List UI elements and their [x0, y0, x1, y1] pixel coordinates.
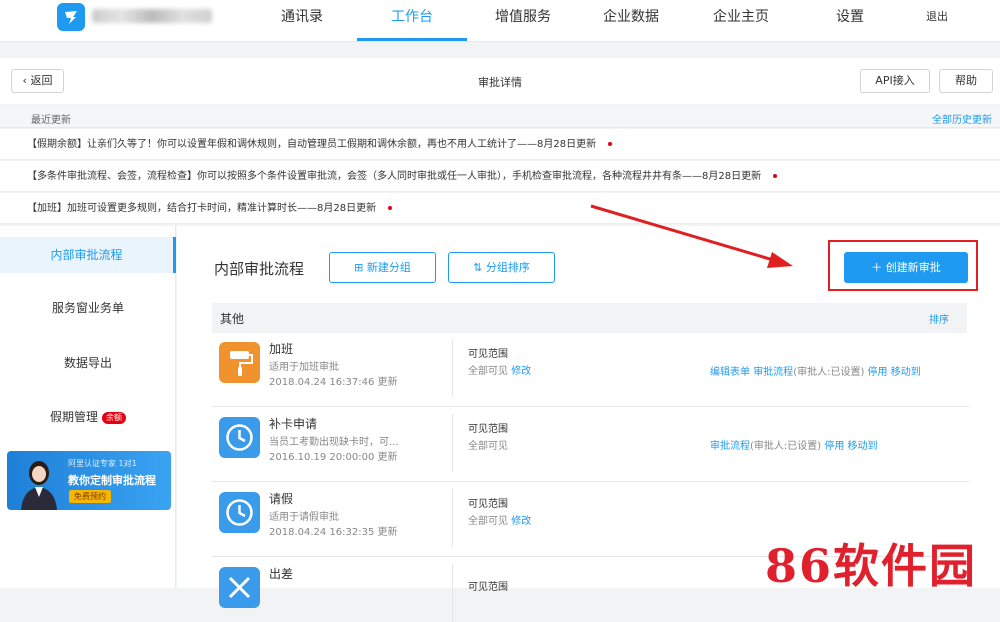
sort-groups-label: 分组排序 — [485, 261, 530, 274]
sidebar-item-leave-management[interactable]: 假期管理 余额 — [0, 407, 176, 427]
divider — [452, 564, 453, 622]
logo-icon — [65, 11, 77, 24]
new-dot — [773, 174, 778, 178]
approval-desc: 当员工考勤出现缺卡时，可... — [269, 437, 399, 448]
sort-icon: ⇅ — [473, 261, 486, 274]
visibility-value: 全部可见 修改 — [468, 512, 531, 527]
group-header: 其他 排序 — [212, 303, 967, 333]
approval-desc: 适用于加班审批 — [269, 362, 339, 373]
approval-updated: 2018.04.24 16:37:46 更新 — [269, 377, 398, 388]
visibility-text: 全部可见 — [468, 516, 508, 527]
approval-updated: 2018.04.24 16:32:35 更新 — [269, 527, 398, 538]
updates-bar — [0, 106, 1000, 128]
folder-plus-icon: ⊞ — [354, 261, 367, 274]
visibility-label: 可见范围 — [468, 499, 508, 510]
clock-icon — [219, 417, 260, 458]
visibility-text: 全部可见 — [468, 441, 508, 452]
visibility-label: 可见范围 — [468, 424, 508, 435]
row-actions: 编辑表单 审批流程(审批人:已设置) 停用 移动到 — [710, 363, 921, 378]
site-watermark: 86软件园 — [765, 539, 978, 593]
notice-text: 【加班】加班可设置更多规则，结合打卡时间，精准计算时长——8月28日更新 — [27, 203, 377, 214]
consultant-avatar — [21, 461, 57, 510]
paint-roller-icon — [219, 342, 260, 383]
notice-text: 【假期余额】让亲们久等了！你可以设置年假和调休规则，自动管理员工假期和调休余额，… — [27, 139, 597, 150]
move-to-link[interactable]: 移动到 — [848, 441, 878, 452]
sidebar-item-internal-approval[interactable]: 内部审批流程 — [0, 237, 176, 273]
approval-name: 加班 — [269, 342, 294, 356]
sidebar-item-data-export[interactable]: 数据导出 — [0, 353, 176, 373]
notice-item[interactable]: 【假期余额】让亲们久等了！你可以设置年假和调休规则，自动管理员工假期和调休余额，… — [0, 129, 1000, 160]
expert-promo-banner[interactable]: 阿里认证专家 1对1 教你定制审批流程 免费预约 — [7, 451, 171, 510]
nav-settings[interactable]: 设置 — [832, 0, 868, 41]
nav-workbench[interactable]: 工作台 — [357, 0, 467, 41]
approval-name: 出差 — [269, 567, 294, 581]
approver-status: (审批人:已设置) — [750, 441, 822, 452]
company-name-blurred — [92, 9, 212, 23]
approval-name: 补卡申请 — [269, 417, 318, 431]
approval-flow-link[interactable]: 审批流程 — [753, 367, 793, 378]
annotation-arrow — [590, 204, 793, 268]
notice-text: 【多条件审批流程、会签，流程检查】你可以按照多个条件设置审批流，会签（多人同时审… — [27, 171, 762, 182]
divider — [452, 339, 453, 397]
notice-item[interactable]: 【多条件审批流程、会签，流程检查】你可以按照多个条件设置审批流，会签（多人同时审… — [0, 161, 1000, 192]
clock-icon — [219, 492, 260, 533]
approval-desc: 适用于请假审批 — [269, 512, 339, 523]
new-dot — [388, 206, 393, 210]
api-button[interactable]: API接入 — [860, 69, 930, 93]
nav-enterprise-data[interactable]: 企业数据 — [598, 0, 664, 41]
nav-enterprise-home[interactable]: 企业主页 — [708, 0, 774, 41]
visibility-edit-link[interactable]: 修改 — [511, 366, 531, 377]
section-title: 内部审批流程 — [214, 260, 305, 278]
recent-updates-label: 最近更新 — [31, 115, 71, 126]
visibility-edit-link[interactable]: 修改 — [511, 516, 531, 527]
approval-updated: 2016.10.19 20:00:00 更新 — [269, 452, 398, 463]
sidebar-item-label: 假期管理 — [49, 410, 98, 424]
approval-row[interactable]: 补卡申请 当员工考勤出现缺卡时，可... 2016.10.19 20:00:00… — [212, 408, 969, 482]
edit-form-link[interactable]: 编辑表单 — [710, 367, 750, 378]
group-sort-link[interactable]: 排序 — [929, 311, 949, 326]
new-group-button[interactable]: ⊞ 新建分组 — [329, 252, 436, 283]
top-nav: 通讯录 工作台 增值服务 企业数据 企业主页 设置 退出 — [0, 0, 1000, 42]
sort-groups-button[interactable]: ⇅ 分组排序 — [448, 252, 555, 283]
row-actions: 审批流程(审批人:已设置) 停用 移动到 — [710, 437, 878, 452]
sidebar-item-service-window[interactable]: 服务窗业务单 — [0, 298, 176, 318]
visibility-text: 全部可见 — [468, 366, 508, 377]
divider — [452, 489, 453, 547]
promo-line2: 教你定制审批流程 — [68, 474, 156, 487]
new-group-label: 新建分组 — [366, 261, 411, 274]
visibility-label: 可见范围 — [468, 582, 508, 593]
visibility-label: 可见范围 — [468, 349, 508, 360]
approval-row[interactable]: 加班 适用于加班审批 2018.04.24 16:37:46 更新 可见范围 全… — [212, 333, 969, 407]
disable-link[interactable]: 停用 — [824, 441, 844, 452]
app-logo[interactable] — [57, 3, 85, 31]
group-name: 其他 — [220, 312, 245, 326]
approver-status: (审批人:已设置) — [793, 367, 865, 378]
balance-badge: 余额 — [102, 411, 126, 424]
approval-flow-link[interactable]: 审批流程 — [710, 441, 750, 452]
create-approval-label: 创建新审批 — [885, 261, 941, 274]
promo-line1: 阿里认证专家 1对1 — [68, 459, 137, 468]
visibility-value: 全部可见 — [468, 437, 508, 452]
approval-name: 请假 — [269, 492, 294, 506]
divider — [452, 414, 453, 472]
sidebar: 内部审批流程 服务窗业务单 数据导出 假期管理 余额 — [0, 226, 176, 588]
page-title: 审批详情 — [478, 76, 522, 89]
create-approval-button[interactable]: ＋ 创建新审批 — [844, 252, 968, 283]
nav-value-added[interactable]: 增值服务 — [488, 0, 558, 41]
nav-contacts[interactable]: 通讯录 — [277, 0, 327, 41]
disable-link[interactable]: 停用 — [868, 367, 888, 378]
notice-item[interactable]: 【加班】加班可设置更多规则，结合打卡时间，精准计算时长——8月28日更新 — [0, 193, 1000, 224]
logout-link[interactable]: 退出 — [922, 0, 952, 41]
visibility-value: 全部可见 修改 — [468, 362, 531, 377]
promo-book-button[interactable]: 免费预约 — [69, 490, 111, 503]
all-history-link[interactable]: 全部历史更新 — [932, 111, 992, 126]
new-dot — [608, 142, 613, 146]
plus-icon: ＋ — [871, 261, 886, 274]
move-to-link[interactable]: 移动到 — [891, 367, 921, 378]
help-button[interactable]: 帮助 — [939, 69, 993, 93]
